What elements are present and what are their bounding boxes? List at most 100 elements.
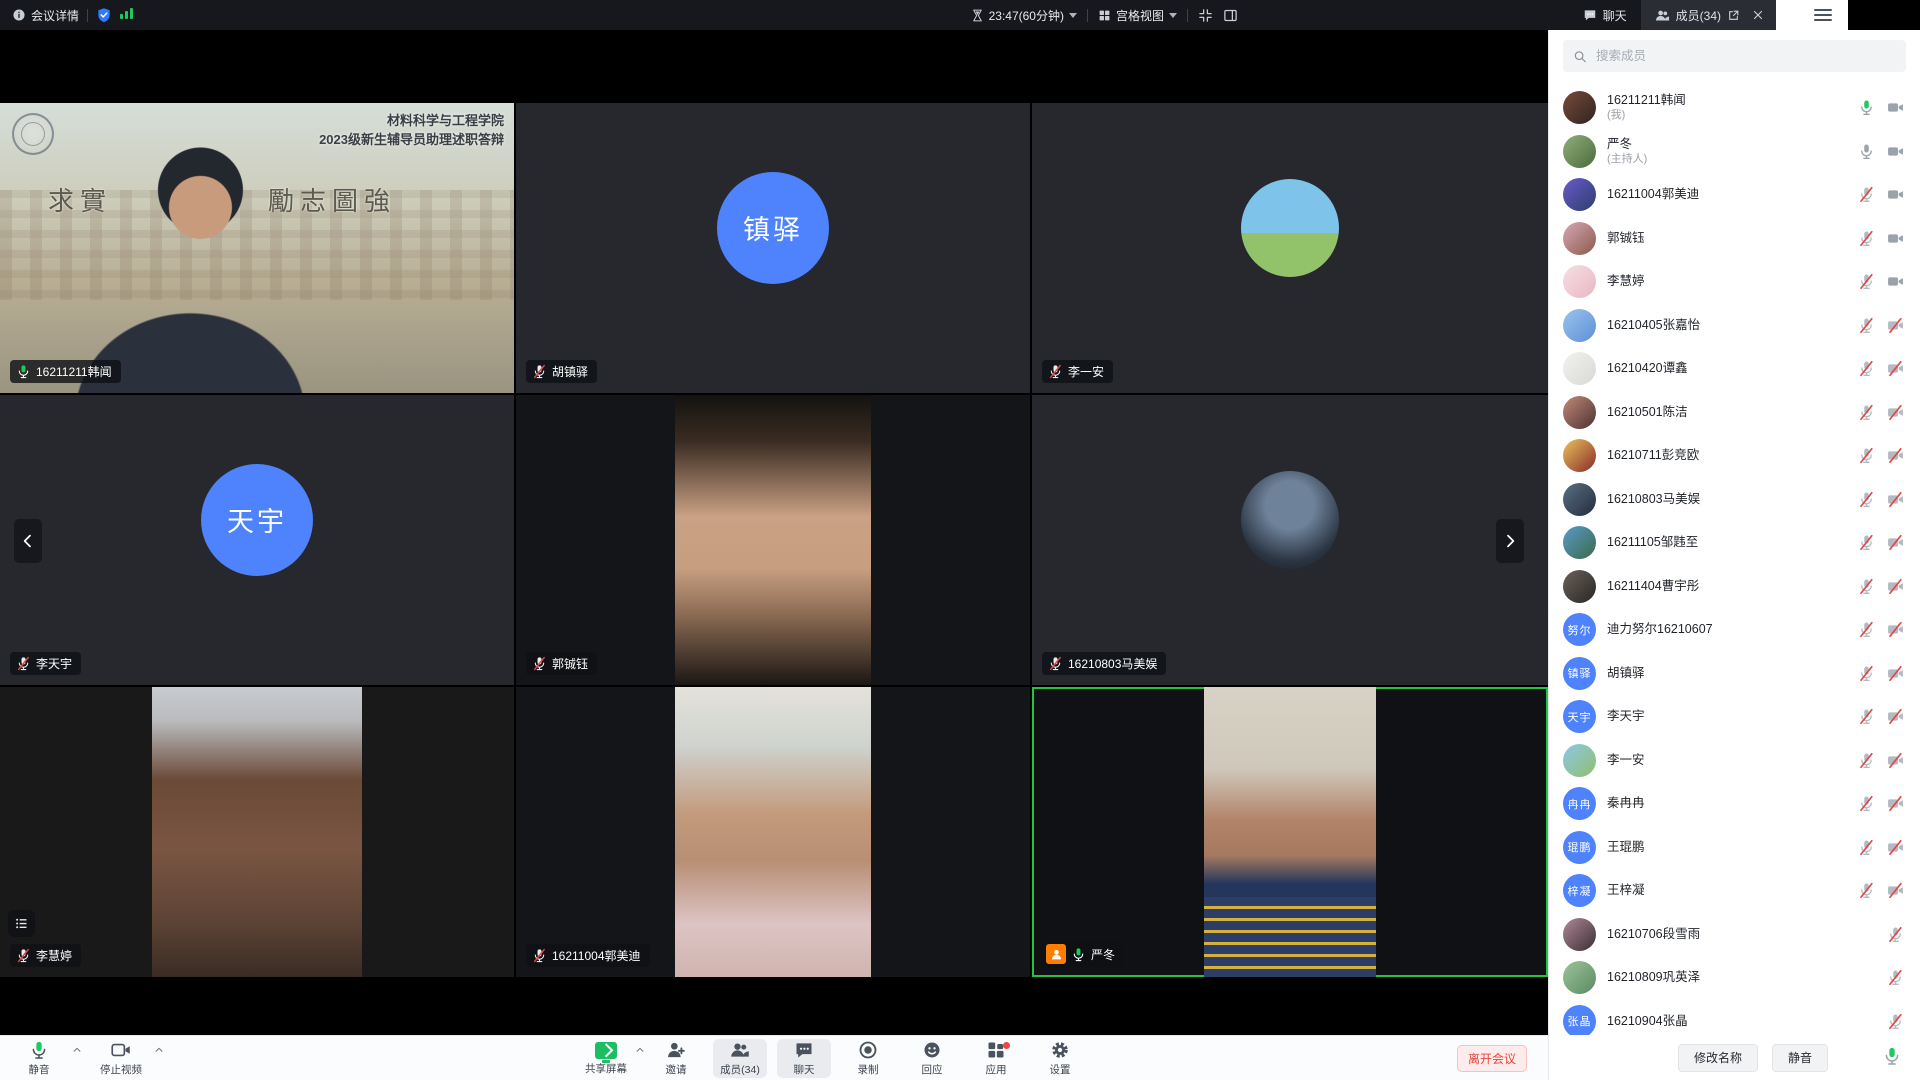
view-mode-selector[interactable]: 宫格视图 (1098, 7, 1177, 24)
meeting-timer[interactable]: 23:47(60分钟) (971, 7, 1077, 24)
more-menu-icon[interactable] (1814, 9, 1832, 21)
member-camera-icon[interactable] (1887, 360, 1904, 377)
member-camera-icon[interactable] (1887, 447, 1904, 464)
member-camera-icon[interactable] (1887, 230, 1904, 247)
member-row[interactable]: 张晶 16210904张晶 (1549, 1000, 1920, 1036)
member-mic-icon[interactable] (1887, 1013, 1904, 1030)
video-tile-liyian[interactable]: 李一安 (1032, 103, 1548, 393)
reactions-button[interactable]: 回应 (905, 1039, 959, 1078)
member-mic-icon[interactable] (1858, 839, 1875, 856)
member-mic-icon[interactable] (1858, 578, 1875, 595)
member-row[interactable]: 16210803马美娱 (1549, 478, 1920, 522)
video-tile-huzhenyi[interactable]: 镇驿 胡镇驿 (516, 103, 1030, 393)
leave-meeting-button[interactable]: 离开会议 (1457, 1045, 1527, 1072)
member-camera-icon[interactable] (1887, 795, 1904, 812)
member-mic-icon[interactable] (1858, 447, 1875, 464)
member-row[interactable]: 李一安 (1549, 739, 1920, 783)
member-camera-icon[interactable] (1887, 578, 1904, 595)
member-camera-icon[interactable] (1887, 752, 1904, 769)
video-tile-guomeidi[interactable]: 16211004郭美迪 (516, 687, 1030, 977)
video-tile-mameiyu[interactable]: 16210803马美娱 (1032, 395, 1548, 685)
chat-button[interactable]: 聊天 (777, 1039, 831, 1078)
search-box[interactable] (1563, 40, 1906, 72)
video-tile-hanwen[interactable]: 材料科学与工程学院 2023级新生辅导员助理述职答辩 求實 勵志圖強 16211… (0, 103, 514, 393)
apps-button[interactable]: 应用 (969, 1039, 1023, 1078)
member-mic-icon[interactable] (1858, 621, 1875, 638)
video-tile-guochengyu[interactable]: 郭铖钰 (516, 395, 1030, 685)
video-tile-yandong[interactable]: 严冬 (1032, 687, 1548, 977)
member-row[interactable]: 李慧婷 (1549, 260, 1920, 304)
member-row[interactable]: 天宇 李天宇 (1549, 695, 1920, 739)
stop-video-button[interactable]: 停止视频 (94, 1039, 148, 1078)
member-mic-icon[interactable] (1858, 404, 1875, 421)
side-panel-toggle-icon[interactable] (1223, 8, 1238, 23)
member-row[interactable]: 镇驿 胡镇驿 (1549, 652, 1920, 696)
member-row[interactable]: 冉冉 秦冉冉 (1549, 782, 1920, 826)
member-row[interactable]: 16211105邹韪至 (1549, 521, 1920, 565)
invite-button[interactable]: 邀请 (649, 1039, 703, 1078)
speaker-list-icon[interactable] (8, 910, 35, 937)
member-camera-icon[interactable] (1887, 186, 1904, 203)
mute-member-button[interactable]: 静音 (1772, 1044, 1828, 1072)
member-camera-icon[interactable] (1887, 839, 1904, 856)
member-camera-icon[interactable] (1887, 317, 1904, 334)
member-row[interactable]: 16211004郭美迪 (1549, 173, 1920, 217)
share-screen-button[interactable]: 共享屏幕 (575, 1039, 637, 1078)
member-mic-icon[interactable] (1858, 317, 1875, 334)
member-row[interactable]: 16211211韩闻 (我) (1549, 86, 1920, 130)
member-camera-icon[interactable] (1887, 273, 1904, 290)
member-camera-icon[interactable] (1887, 143, 1904, 160)
meeting-details-button[interactable]: 会议详情 (12, 7, 79, 24)
member-row[interactable]: 16210706段雪雨 (1549, 913, 1920, 957)
settings-button[interactable]: 设置 (1033, 1039, 1087, 1078)
member-camera-icon[interactable] (1887, 665, 1904, 682)
tab-members[interactable]: 成员(34) (1641, 0, 1725, 30)
member-mic-icon[interactable] (1887, 969, 1904, 986)
member-row[interactable]: 16211404曹宇彤 (1549, 565, 1920, 609)
member-mic-icon[interactable] (1858, 491, 1875, 508)
members-button[interactable]: 成员(34) (713, 1039, 767, 1078)
member-mic-icon[interactable] (1887, 926, 1904, 943)
network-signal-icon[interactable] (120, 8, 135, 22)
tab-chat[interactable]: 聊天 (1569, 0, 1641, 30)
chevron-up-icon[interactable] (72, 1045, 82, 1055)
member-camera-icon[interactable] (1887, 534, 1904, 551)
member-camera-icon[interactable] (1887, 621, 1904, 638)
mute-button[interactable]: 静音 (12, 1039, 66, 1078)
footer-mic-indicator-icon[interactable] (1882, 1046, 1902, 1066)
member-mic-icon[interactable] (1858, 99, 1875, 116)
member-mic-icon[interactable] (1858, 230, 1875, 247)
next-page-button[interactable] (1496, 519, 1524, 563)
member-mic-icon[interactable] (1858, 534, 1875, 551)
member-row[interactable]: 严冬 (主持人) (1549, 130, 1920, 174)
exit-fullscreen-icon[interactable] (1198, 8, 1213, 23)
video-tile-lihuiting[interactable]: 李慧婷 (0, 687, 514, 977)
member-mic-icon[interactable] (1858, 665, 1875, 682)
chevron-up-icon[interactable] (154, 1045, 164, 1055)
member-camera-icon[interactable] (1887, 882, 1904, 899)
close-panel-icon[interactable] (1752, 9, 1764, 21)
member-mic-icon[interactable] (1858, 273, 1875, 290)
security-shield-icon[interactable] (96, 7, 112, 23)
member-camera-icon[interactable] (1887, 491, 1904, 508)
member-mic-icon[interactable] (1858, 752, 1875, 769)
member-row[interactable]: 梓凝 王梓凝 (1549, 869, 1920, 913)
member-mic-icon[interactable] (1858, 708, 1875, 725)
member-camera-icon[interactable] (1887, 404, 1904, 421)
member-mic-icon[interactable] (1858, 143, 1875, 160)
member-row[interactable]: 努尔 迪力努尔16210607 (1549, 608, 1920, 652)
member-camera-icon[interactable] (1887, 708, 1904, 725)
member-mic-icon[interactable] (1858, 795, 1875, 812)
member-row[interactable]: 琨鹏 王琨鹏 (1549, 826, 1920, 870)
member-row[interactable]: 16210711彭竞欧 (1549, 434, 1920, 478)
search-input[interactable] (1594, 48, 1896, 64)
member-mic-icon[interactable] (1858, 360, 1875, 377)
member-row[interactable]: 16210809巩英泽 (1549, 956, 1920, 1000)
member-mic-icon[interactable] (1858, 882, 1875, 899)
member-row[interactable]: 16210501陈洁 (1549, 391, 1920, 435)
member-camera-icon[interactable] (1887, 99, 1904, 116)
member-row[interactable]: 16210405张嘉怡 (1549, 304, 1920, 348)
prev-page-button[interactable] (14, 519, 42, 563)
video-tile-litianyu[interactable]: 天宇 李天宇 (0, 395, 514, 685)
popout-panel-icon[interactable] (1727, 9, 1740, 22)
